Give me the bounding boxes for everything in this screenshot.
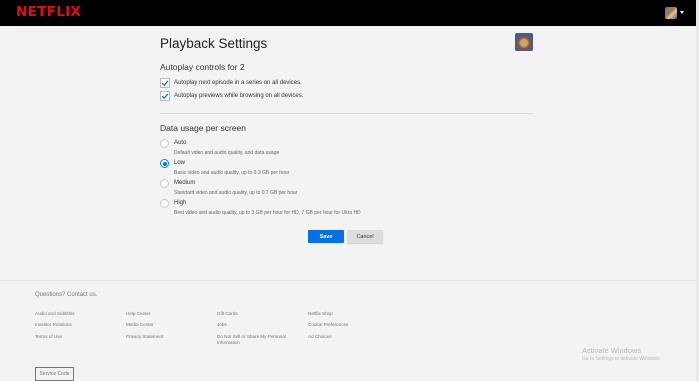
- footer-link-investor-relations[interactable]: Investor Relations: [35, 322, 72, 328]
- footer-link-ad-choices[interactable]: Ad Choices: [308, 334, 332, 340]
- data-usage-low-description: Basic video and audio quality, up to 0.3…: [174, 170, 290, 176]
- autoplay-next-episode-checkbox[interactable]: [160, 78, 170, 88]
- data-usage-high-description: Best video and audio quality, up to 3 GB…: [174, 210, 361, 216]
- footer-link-do-not-sell[interactable]: Do Not Sell or Share My Personal Informa…: [217, 334, 295, 345]
- profile-avatar-icon[interactable]: [665, 7, 677, 19]
- data-usage-auto-description: Default video and audio quality, and dat…: [174, 150, 280, 156]
- checkmark-icon: [161, 80, 169, 86]
- footer-link-privacy-statement[interactable]: Privacy Statement: [126, 334, 163, 340]
- autoplay-previews-label: Autoplay previews while browsing on all …: [174, 93, 304, 99]
- footer-link-netflix-shop[interactable]: Netflix Shop: [308, 311, 333, 317]
- footer-link-media-center[interactable]: Media Center: [126, 322, 154, 328]
- checkmark-icon: [161, 93, 169, 99]
- service-code-button[interactable]: Service Code: [35, 367, 74, 381]
- footer-link-terms-of-use[interactable]: Terms of Use: [35, 334, 62, 340]
- footer-link-audio-subtitles[interactable]: Audio and Subtitles: [35, 311, 75, 317]
- data-usage-low-label: Low: [174, 160, 186, 166]
- footer-link-cookie-preferences[interactable]: Cookie Preferences: [308, 322, 348, 328]
- data-usage-low-radio[interactable]: [160, 159, 169, 168]
- profile-avatar-icon-large: [515, 33, 533, 51]
- footer-link-gift-cards[interactable]: Gift Cards: [217, 311, 238, 317]
- autoplay-section-heading: Autoplay controls for 2: [160, 62, 245, 72]
- data-usage-medium-description: Standard video and audio quality, up to …: [174, 190, 298, 196]
- caret-down-icon[interactable]: [680, 11, 684, 14]
- autoplay-previews-checkbox[interactable]: [160, 91, 170, 101]
- data-usage-high-radio[interactable]: [160, 199, 169, 208]
- page-title: Playback Settings: [160, 36, 268, 51]
- watermark-title: Activate Windows: [582, 346, 642, 355]
- data-usage-auto-radio[interactable]: [160, 139, 169, 148]
- footer-link-help-center[interactable]: Help Center: [126, 311, 151, 317]
- footer-link-jobs[interactable]: Jobs: [217, 322, 227, 328]
- netflix-logo[interactable]: NETFLIX: [16, 5, 81, 20]
- autoplay-next-episode-label: Autoplay next episode in a series on all…: [174, 80, 302, 86]
- save-button[interactable]: Save: [308, 230, 344, 243]
- data-usage-medium-radio[interactable]: [160, 179, 169, 188]
- cancel-button[interactable]: Cancel: [347, 230, 383, 243]
- data-usage-section-heading: Data usage per screen: [160, 123, 246, 133]
- data-usage-auto-label: Auto: [174, 140, 187, 146]
- contact-us-link[interactable]: Questions? Contact us.: [35, 292, 97, 298]
- section-divider: [160, 113, 533, 114]
- watermark-subtitle: Go to Settings to activate Windows.: [582, 356, 661, 362]
- data-usage-medium-label: Medium: [174, 180, 196, 186]
- top-nav-bar: NETFLIX: [0, 0, 699, 26]
- activate-windows-watermark: Activate Windows Go to Settings to activ…: [582, 346, 661, 362]
- data-usage-high-label: High: [174, 200, 187, 206]
- footer-divider: [0, 280, 699, 281]
